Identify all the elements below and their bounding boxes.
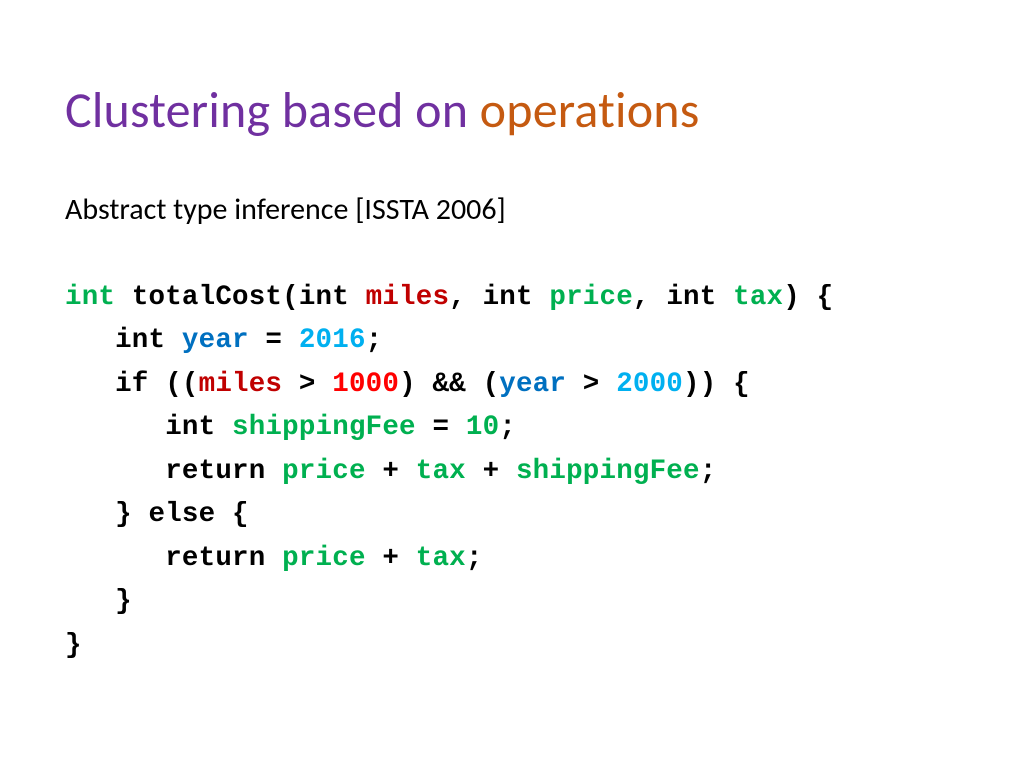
type-int: int (65, 282, 115, 313)
kw-if: if (115, 369, 148, 400)
subtitle: Abstract type inference [ISSTA 2006] (65, 191, 964, 228)
literal-2016: 2016 (299, 325, 366, 356)
slide: Clustering based on operations Abstract … (0, 0, 1024, 768)
title-part1: Clustering based on (65, 80, 480, 141)
literal-10: 10 (466, 412, 499, 443)
var-year: year (182, 325, 249, 356)
param-miles: miles (366, 282, 450, 313)
var-shippingfee: shippingFee (232, 412, 416, 443)
kw-else: else (149, 499, 216, 530)
param-tax: tax (733, 282, 783, 313)
param-price: price (549, 282, 633, 313)
literal-2000: 2000 (616, 369, 683, 400)
func-name: totalCost (132, 282, 282, 313)
slide-title: Clustering based on operations (65, 80, 964, 141)
literal-1000: 1000 (332, 369, 399, 400)
kw-return: return (165, 456, 265, 487)
title-part2: operations (480, 80, 700, 141)
code-block: int totalCost(int miles, int price, int … (65, 276, 964, 667)
